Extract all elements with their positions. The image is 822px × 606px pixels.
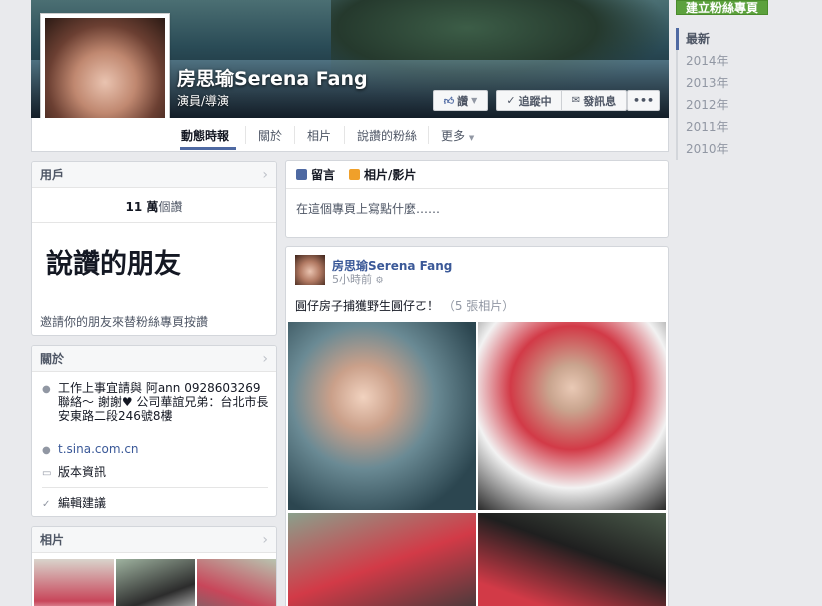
year-nav-item[interactable]: 最新: [676, 28, 786, 50]
page-tab-bar: 動態時報 關於 相片 說讚的粉絲 更多 ▼: [31, 118, 669, 152]
photo-thumbnail[interactable]: [116, 559, 195, 606]
globe-icon: ●: [42, 445, 51, 456]
post-body: 圓仔房子捕獲野生圓仔ㄛ！ （5 張相片）: [295, 297, 514, 314]
photo-thumbnail[interactable]: [34, 559, 114, 606]
caret-down-icon: ▼: [471, 96, 478, 105]
website-link[interactable]: t.sina.com.cn: [58, 442, 139, 458]
page-category[interactable]: 演員/導演: [177, 92, 229, 109]
friends-who-like-title: 說讚的朋友: [46, 249, 181, 280]
post-photo[interactable]: [288, 322, 476, 510]
users-card: 用戶 › 11 萬個讚 說讚的朋友 邀請你的朋友來替粉絲專頁按讚: [31, 161, 277, 336]
tab-about[interactable]: 關於: [258, 127, 282, 144]
message-button[interactable]: ✉ 發訊息: [561, 90, 627, 111]
about-card-header[interactable]: 關於 ›: [32, 346, 276, 372]
about-suggest-row: ✓ 編輯建議: [42, 496, 106, 512]
timeline-year-nav: 最新 2014年 2013年 2012年 2011年 2010年: [676, 28, 786, 160]
composer-tab-post[interactable]: 留言: [296, 166, 335, 183]
post-timestamp[interactable]: 5小時前 ⚙: [332, 271, 384, 287]
suggest-edits-link[interactable]: 編輯建議: [58, 496, 106, 512]
photo-thumbnail[interactable]: [197, 559, 276, 606]
invite-friends-link[interactable]: 邀請你的朋友來替粉絲專頁按讚: [40, 313, 208, 330]
post-photo[interactable]: [288, 513, 476, 606]
about-contact-row: ● 工作上事宜請與 阿ann 0928603269 聯絡～ 謝謝♥ 公司華誼兄弟…: [42, 381, 276, 423]
message-icon: ✉: [571, 95, 581, 106]
about-contact-text: 工作上事宜請與 阿ann 0928603269 聯絡～ 謝謝♥ 公司華誼兄弟：台…: [58, 381, 269, 423]
likes-number: 11 萬: [125, 200, 159, 214]
tab-more[interactable]: 更多 ▼: [441, 127, 474, 144]
year-nav-item[interactable]: 2014年: [676, 50, 786, 72]
post-photo[interactable]: [478, 513, 666, 606]
about-card: 關於 › ● 工作上事宜請與 阿ann 0928603269 聯絡～ 謝謝♥ 公…: [31, 345, 277, 517]
tab-divider: [344, 126, 345, 144]
page-title[interactable]: 房思瑜Serena Fang: [177, 64, 368, 91]
composer-tab-photo[interactable]: 相片/影片: [349, 166, 416, 183]
likes-count[interactable]: 11 萬個讚: [32, 188, 276, 215]
post-composer: 留言 相片/影片 在這個專頁上寫點什麼……: [285, 160, 669, 238]
info-icon: ●: [42, 384, 51, 395]
tab-photos[interactable]: 相片: [307, 127, 331, 144]
pencil-icon: [296, 169, 307, 180]
about-card-title: 關於: [40, 352, 65, 366]
users-card-header[interactable]: 用戶 ›: [32, 162, 276, 188]
more-options-button[interactable]: •••: [627, 90, 660, 111]
composer-input[interactable]: 在這個專頁上寫點什麼……: [286, 189, 668, 217]
post-photo-count[interactable]: （5 張相片）: [443, 299, 514, 313]
message-button-label: 發訊息: [583, 94, 617, 108]
feed-post: 房思瑜Serena Fang 5小時前 ⚙ 圓仔房子捕獲野生圓仔ㄛ！ （5 張相…: [285, 246, 669, 606]
tab-timeline[interactable]: 動態時報: [181, 127, 229, 144]
more-dots-icon: •••: [632, 94, 655, 107]
like-button-label: 讚: [457, 94, 469, 108]
tab-likes[interactable]: 說讚的粉絲: [357, 127, 417, 144]
follow-button-label: 追蹤中: [518, 94, 552, 108]
divider: [42, 487, 268, 488]
like-button[interactable]: 👍︎ 讚 ▼: [433, 90, 488, 111]
post-author-avatar[interactable]: [295, 255, 325, 285]
users-card-title: 用戶: [40, 168, 65, 182]
photo-icon: [349, 169, 361, 180]
tab-divider: [245, 126, 246, 144]
tab-divider: [294, 126, 295, 144]
active-tab-indicator: [180, 147, 236, 150]
year-nav-item[interactable]: 2013年: [676, 72, 786, 94]
composer-tab-post-label: 留言: [311, 168, 336, 182]
year-nav-item[interactable]: 2012年: [676, 94, 786, 116]
page-info-link[interactable]: 版本資訊: [58, 465, 106, 481]
photos-card-title: 相片: [40, 533, 65, 547]
tab-more-label: 更多: [441, 129, 466, 143]
create-page-button[interactable]: 建立粉絲專頁: [676, 0, 768, 15]
post-text: 圓仔房子捕獲野生圓仔ㄛ！: [295, 299, 440, 313]
about-page-info-row: ▭ 版本資訊: [42, 465, 106, 481]
year-nav-item[interactable]: 2011年: [676, 116, 786, 138]
book-icon: ▭: [42, 468, 52, 479]
about-website-row: ● t.sina.com.cn: [42, 442, 139, 458]
chevron-right-icon: ›: [262, 350, 268, 367]
post-photo[interactable]: [478, 322, 666, 510]
photos-card: 相片 ›: [31, 526, 277, 606]
follow-button[interactable]: ✓ 追蹤中: [496, 90, 562, 111]
year-nav-item[interactable]: 2010年: [676, 138, 786, 160]
check-icon: ✓: [506, 94, 516, 107]
likes-suffix: 個讚: [158, 200, 183, 214]
check-icon: ✓: [42, 499, 51, 510]
divider: [32, 222, 276, 223]
chevron-right-icon: ›: [262, 531, 268, 548]
post-time-text: 5小時前: [332, 273, 372, 286]
tab-divider: [428, 126, 429, 144]
chevron-right-icon: ›: [262, 166, 268, 183]
caret-down-icon: ▼: [468, 134, 475, 142]
composer-tabs: 留言 相片/影片: [286, 161, 668, 189]
photos-card-header[interactable]: 相片 ›: [32, 527, 276, 553]
thumbs-up-icon: 👍︎: [443, 95, 455, 107]
composer-tab-photo-label: 相片/影片: [364, 168, 417, 182]
globe-icon: ⚙: [375, 276, 384, 286]
